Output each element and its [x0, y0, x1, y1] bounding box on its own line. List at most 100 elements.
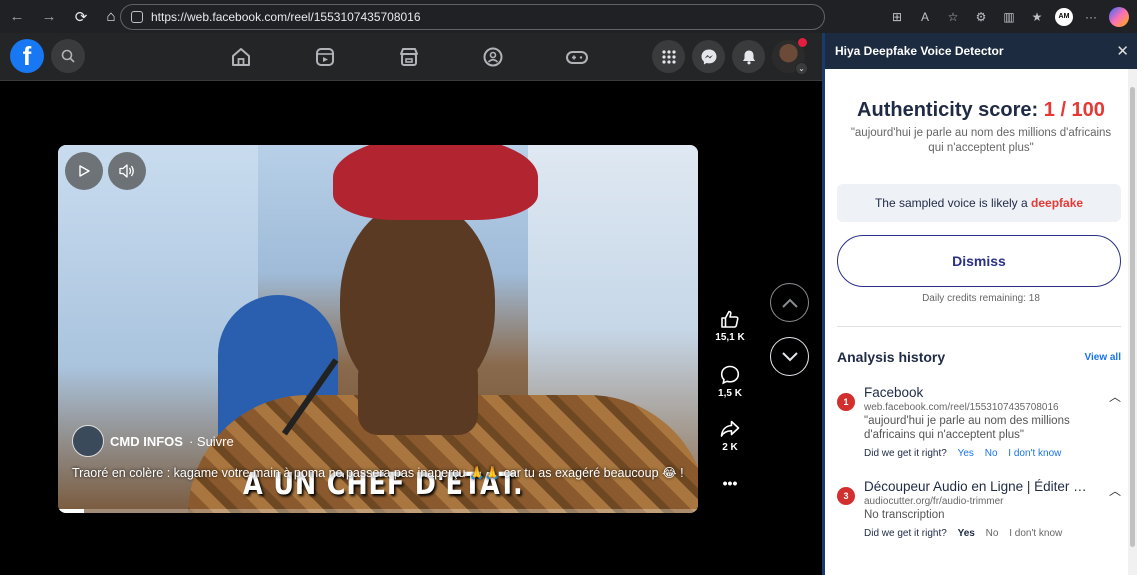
bell-icon [742, 50, 755, 64]
play-button[interactable] [65, 152, 103, 190]
feedback-no[interactable]: No [986, 528, 999, 539]
view-all-link[interactable]: View all [1084, 352, 1121, 363]
previous-reel-button[interactable] [770, 283, 809, 322]
history-item-url: web.facebook.com/reel/1553107435708016 [864, 402, 1059, 413]
home-icon[interactable]: ⌂ [100, 6, 122, 28]
comment-count: 1,5 K [718, 388, 742, 399]
divider [837, 326, 1121, 327]
reels-nav-icon[interactable] [311, 43, 339, 71]
share-count: 2 K [722, 442, 738, 453]
thumbs-up-icon [721, 310, 739, 328]
history-item[interactable]: 3 Découpeur Audio en Ligne | Éditer et C… [837, 479, 1121, 539]
app-grid-icon[interactable]: ⊞ [887, 7, 907, 27]
split-screen-icon[interactable]: ▥ [999, 7, 1019, 27]
score-value: 1 / 100 [1043, 99, 1105, 121]
feedback-yes[interactable]: Yes [958, 528, 975, 539]
feedback-row: Did we get it right? Yes No I don't know [864, 448, 1121, 459]
panel-title: Hiya Deepfake Voice Detector [835, 44, 1004, 58]
history-item-url: audiocutter.org/fr/audio-trimmer [864, 496, 1004, 507]
like-action[interactable]: 15,1 K [710, 308, 750, 343]
video-progress-fill [58, 509, 84, 513]
dismiss-button[interactable]: Dismiss [837, 235, 1121, 287]
history-item-title: Découpeur Audio en Ligne | Éditer et Cou… [864, 479, 1089, 494]
play-icon [79, 165, 90, 177]
video-figure-head [340, 200, 495, 400]
reel-video[interactable]: A UN CHEF D'ETAT. CMD INFOS · Suivre Tra… [58, 145, 698, 513]
verdict-box: The sampled voice is likely a deepfake [837, 184, 1121, 222]
notification-dot [798, 38, 807, 47]
home-nav-icon[interactable] [227, 43, 255, 71]
history-item-transcript: No transcription [864, 509, 945, 521]
chevron-up-icon [781, 298, 798, 308]
scrollbar-thumb[interactable] [1130, 87, 1135, 547]
chevron-down-icon: ⌄ [795, 62, 808, 75]
close-icon[interactable]: ✕ [1116, 42, 1129, 60]
favorite-star-icon[interactable]: ☆ [943, 7, 963, 27]
extensions-icon[interactable]: ⚙ [971, 7, 991, 27]
author-name[interactable]: CMD INFOS [110, 434, 183, 449]
more-options-icon[interactable]: ••• [710, 475, 750, 491]
panel-scrollbar[interactable] [1128, 69, 1137, 575]
history-item-number: 1 [837, 393, 855, 411]
deepfake-detector-panel: Hiya Deepfake Voice Detector ✕ Authentic… [822, 33, 1137, 575]
chevron-up-icon[interactable]: ︿ [1109, 482, 1121, 499]
feedback-dont-know[interactable]: I don't know [1009, 528, 1062, 539]
groups-nav-icon[interactable] [479, 43, 507, 71]
favorites-bar-icon[interactable]: ★ [1027, 7, 1047, 27]
comment-action[interactable]: 1,5 K [710, 364, 750, 399]
forward-arrow-icon[interactable]: → [38, 6, 60, 28]
back-arrow-icon[interactable]: ← [6, 6, 28, 28]
share-icon [720, 420, 740, 437]
gaming-nav-icon[interactable] [563, 43, 591, 71]
feedback-row: Did we get it right? Yes No I don't know [864, 528, 1121, 539]
menu-grid-icon [661, 49, 676, 64]
video-figure-beret [333, 145, 538, 220]
feedback-dont-know[interactable]: I don't know [1008, 448, 1061, 459]
browser-toolbar: ← → ⟳ ⌂ https://web.facebook.com/reel/15… [0, 0, 1137, 33]
authenticity-score: Authenticity score: 1 / 100 [825, 99, 1137, 122]
notifications-button[interactable] [732, 40, 765, 73]
history-item-number: 3 [837, 487, 855, 505]
messenger-button[interactable] [692, 40, 725, 73]
refresh-icon[interactable]: ⟳ [70, 6, 92, 28]
history-item[interactable]: 1 Facebook ︿ web.facebook.com/reel/15531… [837, 385, 1121, 459]
transcript-quote: "aujourd'hui je parle au nom des million… [850, 127, 1112, 154]
credits-remaining: Daily credits remaining: 18 [922, 293, 1040, 304]
history-item-title: Facebook [864, 385, 924, 400]
search-icon [61, 49, 75, 63]
score-label: Authenticity score: [857, 99, 1039, 121]
menu-grid-button[interactable] [652, 40, 685, 73]
messenger-icon [701, 49, 716, 64]
copilot-icon[interactable] [1109, 6, 1129, 27]
video-progress-bar[interactable] [58, 509, 698, 513]
profile-avatar[interactable]: AM [1055, 7, 1073, 26]
marketplace-nav-icon[interactable] [395, 43, 423, 71]
facebook-header: f ⌄ [0, 33, 822, 81]
facebook-logo[interactable]: f [10, 39, 44, 73]
speaker-icon [119, 164, 134, 178]
lock-icon [131, 11, 143, 23]
chevron-up-icon[interactable]: ︿ [1109, 388, 1121, 405]
feedback-question: Did we get it right? [864, 448, 947, 459]
share-action[interactable]: 2 K [710, 418, 750, 453]
author-avatar[interactable] [72, 425, 104, 457]
search-button[interactable] [51, 39, 85, 73]
account-avatar[interactable]: ⌄ [772, 38, 808, 75]
history-header: Analysis history View all [837, 349, 1121, 365]
chevron-down-icon [781, 351, 798, 361]
next-reel-button[interactable] [770, 337, 809, 376]
panel-header: Hiya Deepfake Voice Detector ✕ [825, 33, 1137, 69]
comment-icon [720, 365, 740, 385]
volume-button[interactable] [108, 152, 146, 190]
address-bar[interactable]: https://web.facebook.com/reel/1553107435… [120, 4, 825, 30]
follow-link[interactable]: · Suivre [189, 434, 234, 449]
read-aloud-icon[interactable]: A [915, 7, 935, 27]
more-menu-icon[interactable]: ··· [1081, 7, 1101, 27]
like-count: 15,1 K [715, 332, 745, 343]
feedback-yes[interactable]: Yes [958, 448, 974, 459]
feedback-no[interactable]: No [985, 448, 998, 459]
verdict-label: deepfake [1031, 196, 1084, 210]
history-item-transcript: "aujourd'hui je parle au nom des million… [864, 415, 1070, 441]
url-text: https://web.facebook.com/reel/1553107435… [151, 10, 421, 24]
video-author: CMD INFOS · Suivre [72, 425, 234, 457]
